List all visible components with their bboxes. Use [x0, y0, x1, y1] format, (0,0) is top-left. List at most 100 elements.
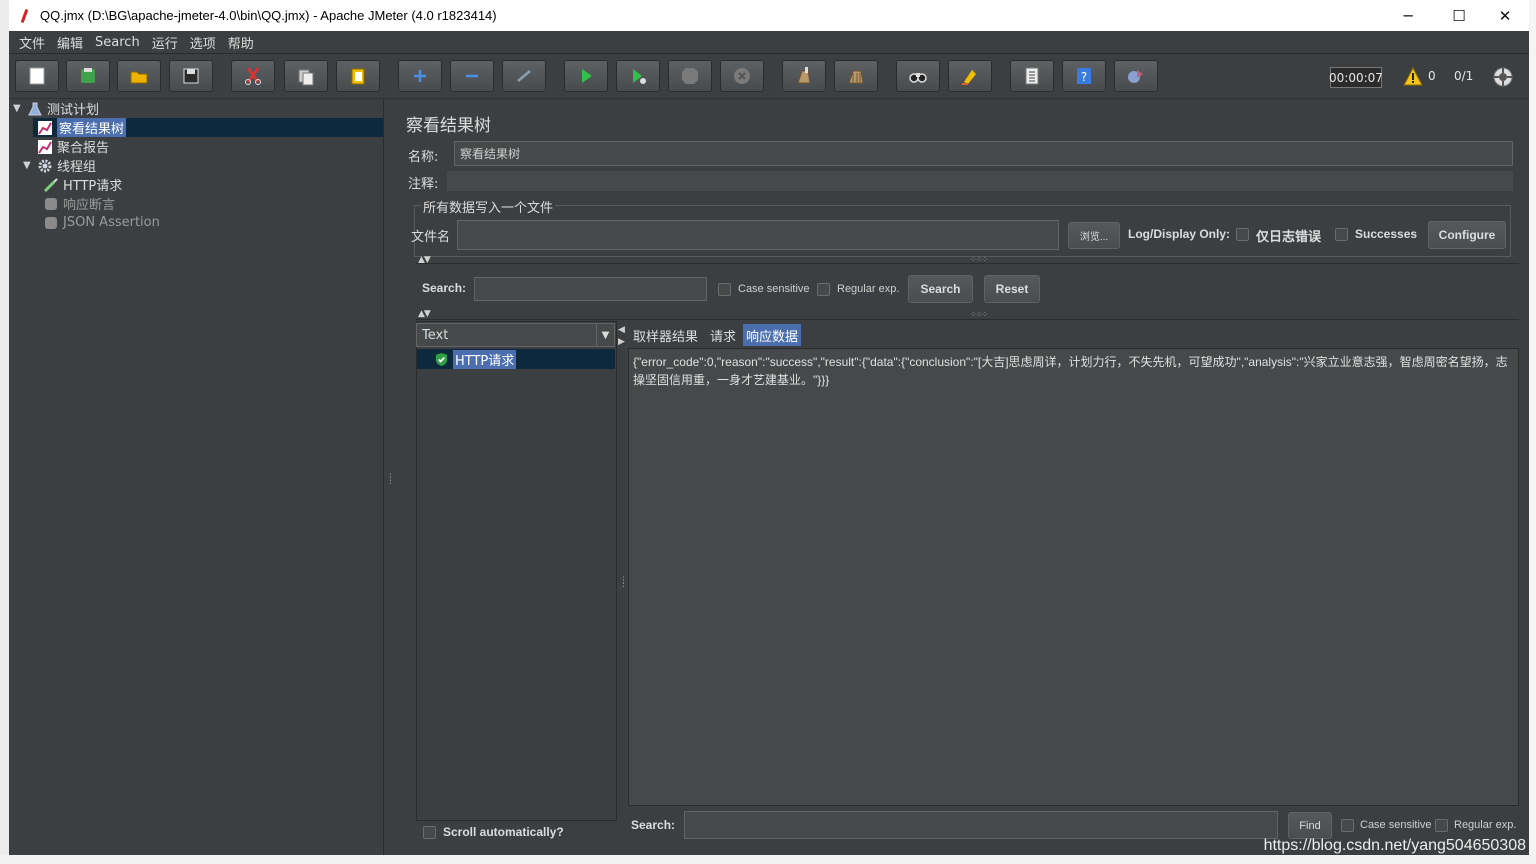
results-splitter-handle[interactable]: ◀ ▶ ⋮ ⋮	[618, 325, 628, 825]
new-icon	[29, 67, 45, 85]
start-button[interactable]	[564, 60, 608, 92]
success-shield-icon	[435, 352, 448, 367]
function-helper-button[interactable]	[1010, 60, 1054, 92]
remote-start-button[interactable]	[1114, 60, 1158, 92]
chevron-down-icon[interactable]: ▼	[596, 324, 614, 346]
expand-arrow-icon[interactable]: ▼	[23, 160, 33, 171]
maximize-button[interactable]: ☐	[1436, 0, 1482, 31]
menu-help[interactable]: 帮助	[222, 33, 260, 52]
warning-icon[interactable]	[1403, 67, 1423, 87]
expand-right-icon[interactable]: ▶	[618, 337, 625, 347]
divider-grip-icon[interactable]: ⁘⁘⁘	[970, 310, 988, 319]
page-title: 察看结果树	[406, 116, 491, 136]
tab-response-data[interactable]: 响应数据	[743, 324, 802, 346]
expand-arrow-icon[interactable]: ▼	[13, 103, 23, 114]
result-item-http-request[interactable]: HTTP请求	[434, 350, 517, 369]
tree-node-json-assertion[interactable]: JSON Assertion	[43, 213, 160, 232]
bottom-search-label: Search:	[631, 818, 676, 832]
shutdown-button[interactable]	[720, 60, 764, 92]
reset-search-button[interactable]	[948, 60, 992, 92]
elapsed-time: 00:00:07	[1329, 67, 1383, 88]
tree-splitter-handle[interactable]: ⋮ ⋮	[385, 99, 395, 855]
tree-node-label: JSON Assertion	[63, 215, 160, 230]
divider-grip-icon[interactable]: ⁘⁘⁘	[970, 255, 988, 264]
tree-node-view-results-tree[interactable]: 察看结果树	[37, 118, 127, 137]
menu-options[interactable]: 选项	[184, 33, 222, 52]
search-input[interactable]	[474, 277, 707, 301]
section-divider	[416, 319, 1519, 320]
new-button[interactable]	[15, 60, 59, 92]
expand-all-button[interactable]	[398, 60, 442, 92]
save-icon	[183, 68, 199, 84]
response-data-text[interactable]: {"error_code":0,"reason":"success","resu…	[628, 348, 1519, 806]
bottom-regular-exp-checkbox[interactable]	[1435, 819, 1448, 832]
search-button[interactable]	[896, 60, 940, 92]
help-icon: ?	[1077, 68, 1091, 84]
menu-search[interactable]: Search	[89, 35, 146, 50]
tab-sampler-result[interactable]: 取样器结果	[630, 324, 701, 346]
assertion-icon	[45, 216, 57, 229]
clear-icon	[797, 67, 811, 84]
collapse-left-icon[interactable]: ◀	[618, 325, 625, 335]
help-button[interactable]: ?	[1062, 60, 1106, 92]
reset-search-icon	[962, 70, 976, 85]
bottom-case-sensitive-checkbox[interactable]	[1341, 819, 1354, 832]
collapse-all-button[interactable]	[450, 60, 494, 92]
tree-node-response-assertion[interactable]: 响应断言	[43, 194, 115, 213]
search-submit-button[interactable]: Search	[908, 275, 973, 303]
start-icon	[582, 69, 592, 83]
name-input[interactable]: 察看结果树	[454, 141, 1513, 166]
renderer-select[interactable]: Text ▼	[416, 323, 615, 347]
menu-file[interactable]: 文件	[13, 33, 51, 52]
start-no-pauses-icon	[633, 69, 646, 84]
tab-request[interactable]: 请求	[707, 324, 739, 346]
warning-count: 0	[1428, 69, 1436, 83]
clear-all-button[interactable]	[834, 60, 878, 92]
filename-input[interactable]	[457, 220, 1059, 250]
splitter-grip-icon: ⋮ ⋮	[619, 576, 628, 589]
tree-node-thread-group[interactable]: ▼ 线程组	[23, 156, 96, 175]
browse-button[interactable]: 浏览...	[1068, 222, 1120, 249]
case-sensitive-checkbox[interactable]	[718, 283, 731, 296]
start-no-pauses-button[interactable]	[616, 60, 660, 92]
menu-edit[interactable]: 编辑	[51, 33, 89, 52]
toggle-button[interactable]	[502, 60, 546, 92]
scroll-automatically-checkbox[interactable]	[423, 826, 436, 839]
bottom-search-input[interactable]	[684, 811, 1278, 839]
test-plan-icon	[28, 102, 42, 115]
menu-run[interactable]: 运行	[146, 33, 184, 52]
copy-button[interactable]	[284, 60, 328, 92]
minimize-button[interactable]: ─	[1385, 0, 1431, 31]
configure-button[interactable]: Configure	[1428, 221, 1506, 249]
search-icon	[909, 73, 927, 83]
scroll-automatically-label: Scroll automatically?	[443, 825, 564, 839]
open-button[interactable]	[117, 60, 161, 92]
templates-button[interactable]	[66, 60, 110, 92]
errors-only-checkbox[interactable]	[1236, 228, 1249, 241]
case-sensitive-label: Case sensitive	[738, 283, 810, 295]
background-window-strip-right	[1529, 0, 1536, 864]
stop-button[interactable]	[668, 60, 712, 92]
regular-exp-label: Regular exp.	[837, 283, 900, 295]
bottom-regular-exp-label: Regular exp.	[1454, 819, 1517, 831]
tree-node-test-plan[interactable]: ▼ 测试计划	[13, 99, 99, 118]
comment-input[interactable]	[447, 171, 1513, 191]
test-plan-tree: ▼ 测试计划 察看结果树 聚合报告 ▼ 线程组 HTTP请求 响应断言 JSON…	[9, 99, 384, 855]
tree-node-http-request[interactable]: HTTP请求	[43, 175, 122, 194]
regular-exp-checkbox[interactable]	[817, 283, 830, 296]
cut-button[interactable]	[231, 60, 275, 92]
save-button[interactable]	[169, 60, 213, 92]
paste-icon	[351, 68, 365, 85]
background-window-strip	[0, 0, 9, 864]
collapse-arrows-icon[interactable]: ▲▼	[418, 309, 431, 319]
find-button[interactable]: Find	[1288, 812, 1332, 839]
clear-button[interactable]	[782, 60, 826, 92]
listener-chart-icon	[38, 139, 52, 154]
reset-button[interactable]: Reset	[984, 275, 1040, 303]
function-helper-icon	[1025, 67, 1039, 85]
successes-checkbox[interactable]	[1335, 228, 1348, 241]
paste-button[interactable]	[336, 60, 380, 92]
open-icon	[130, 71, 148, 84]
tree-node-aggregate-report[interactable]: 聚合报告	[37, 137, 109, 156]
close-button[interactable]: ✕	[1482, 0, 1528, 31]
